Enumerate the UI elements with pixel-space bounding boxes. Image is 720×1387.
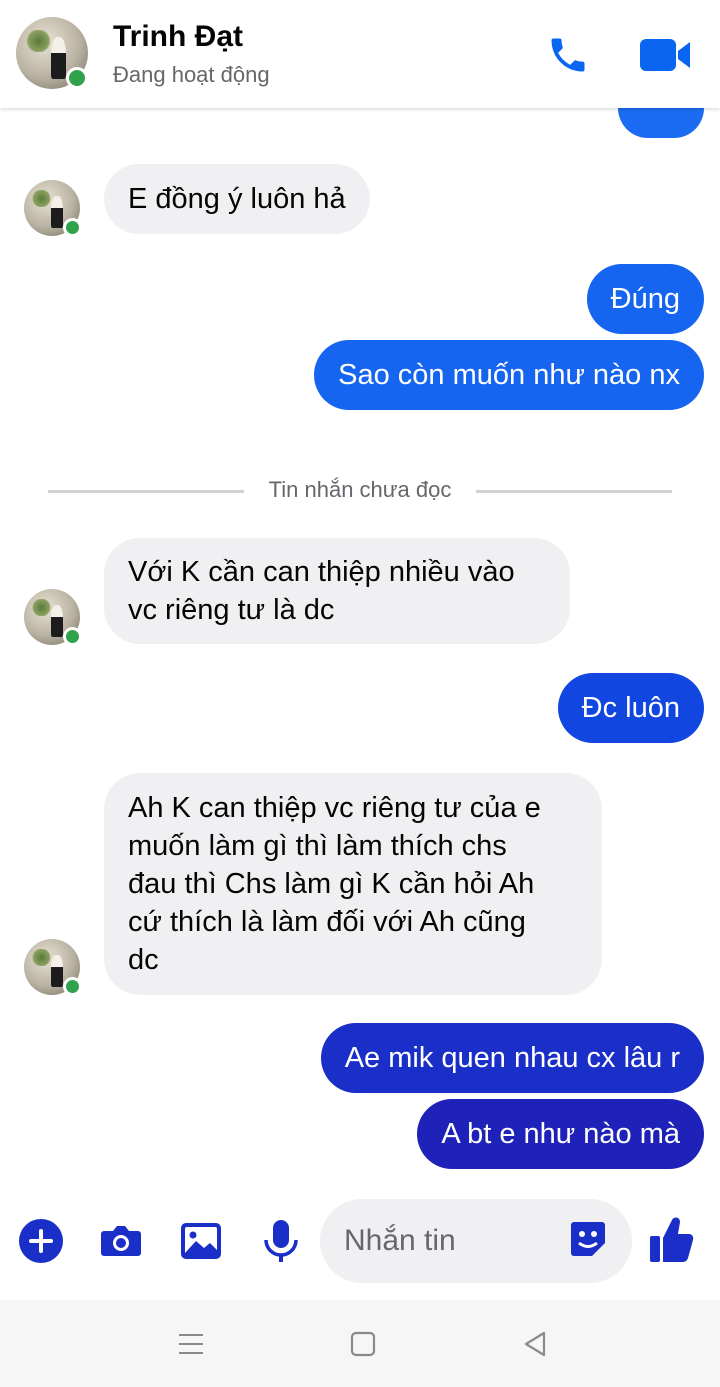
plus-icon[interactable] <box>16 1216 66 1266</box>
message-line: Ah K can thiệp vc riêng tư của e <box>128 792 541 824</box>
message-bubble-incoming[interactable]: Ah K can thiệp vc riêng tư của e muốn là… <box>104 773 602 995</box>
contact-name[interactable]: Trinh Đạt <box>113 20 243 54</box>
back-triangle-icon[interactable] <box>518 1327 552 1361</box>
home-square-icon[interactable] <box>346 1327 380 1361</box>
message-line: Với K cần can thiệp nhiều vào <box>128 556 515 588</box>
message-bubble-outgoing[interactable]: Đúng <box>586 264 704 334</box>
avatar-figure <box>50 195 64 229</box>
video-camera-icon[interactable] <box>638 35 692 75</box>
message-line: muốn làm gì thì làm thích chs <box>128 830 507 862</box>
chat-header: Trinh Đạt Đang hoạt động <box>0 0 720 108</box>
phone-icon[interactable] <box>546 33 590 77</box>
avatar-leaves <box>24 29 52 52</box>
sticker-icon[interactable] <box>568 1219 608 1259</box>
avatar-figure <box>50 604 64 638</box>
message-bubble-incoming[interactable]: E đồng ý luôn hả <box>104 164 370 234</box>
online-indicator <box>66 67 88 89</box>
camera-icon[interactable] <box>96 1216 146 1266</box>
message-bubble-outgoing[interactable]: A bt e như nào mà <box>417 1099 704 1169</box>
contact-status: Đang hoạt động <box>113 62 270 87</box>
avatar-leaves <box>30 599 52 616</box>
previous-message-bubble <box>618 108 704 138</box>
message-bubble-outgoing[interactable]: Đc luôn <box>557 673 704 743</box>
message-line: dc <box>128 944 159 976</box>
message-line: đau thì Chs làm gì K cần hỏi Ah <box>128 868 535 900</box>
message-bubble-incoming[interactable]: Với K cần can thiệp nhiều vào vc riêng t… <box>104 538 570 644</box>
message-line: cứ thích là làm đối với Ah cũng <box>128 906 526 938</box>
message-line: vc riêng tư là dc <box>128 594 335 626</box>
gallery-icon[interactable] <box>176 1216 226 1266</box>
avatar-leaves <box>30 190 52 207</box>
online-indicator <box>63 218 82 237</box>
message-bubble-outgoing[interactable]: Ae mik quen nhau cx lâu r <box>320 1023 704 1093</box>
menu-icon[interactable] <box>174 1327 208 1361</box>
avatar-figure <box>50 954 64 988</box>
unread-divider: Tin nhắn chưa đọc <box>0 475 720 505</box>
system-navigation-bar <box>0 1300 720 1387</box>
thumbs-up-icon[interactable] <box>648 1214 694 1264</box>
avatar-leaves <box>30 949 52 966</box>
avatar-figure <box>50 37 67 79</box>
online-indicator <box>63 627 82 646</box>
divider-line <box>476 490 672 493</box>
message-list[interactable]: E đồng ý luôn hả Đúng Sao còn muốn như n… <box>0 108 720 1194</box>
microphone-icon[interactable] <box>256 1216 306 1266</box>
message-composer <box>0 1194 720 1300</box>
online-indicator <box>63 977 82 996</box>
message-bubble-outgoing[interactable]: Sao còn muốn như nào nx <box>314 340 704 410</box>
